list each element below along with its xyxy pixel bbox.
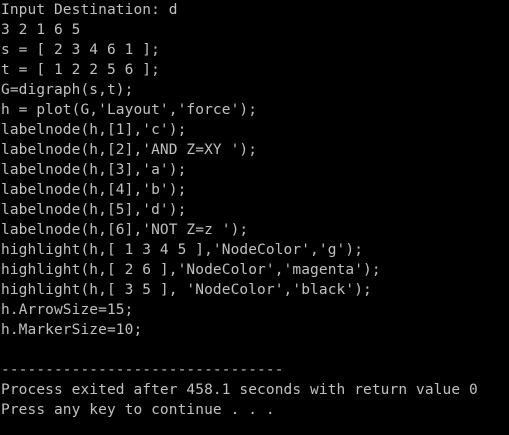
code-line: highlight(h,[ 2 6 ],'NodeColor','magenta… <box>1 262 381 278</box>
code-line: t = [ 1 2 2 5 6 ]; <box>1 62 160 78</box>
code-line: labelnode(h,[5],'d'); <box>1 202 187 218</box>
process-exit-message: Process exited after 458.1 seconds with … <box>1 382 478 398</box>
code-line: labelnode(h,[3],'a'); <box>1 162 187 178</box>
code-line: labelnode(h,[4],'b'); <box>1 182 187 198</box>
code-line: h = plot(G,'Layout','force'); <box>1 102 258 118</box>
code-line: h.MarkerSize=10; <box>1 322 143 338</box>
code-line: highlight(h,[ 1 3 4 5 ],'NodeColor','g')… <box>1 242 364 258</box>
code-line: h.ArrowSize=15; <box>1 302 134 318</box>
code-line: labelnode(h,[2],'AND Z=XY '); <box>1 142 258 158</box>
prompt-line: Input Destination: d <box>1 2 178 18</box>
code-line: labelnode(h,[1],'c'); <box>1 122 187 138</box>
code-line: labelnode(h,[6],'NOT Z=z '); <box>1 222 249 238</box>
separator-line: -------------------------------- <box>1 362 284 378</box>
code-line: G=digraph(s,t); <box>1 82 134 98</box>
continue-prompt: Press any key to continue . . . <box>1 402 275 418</box>
console-window[interactable]: Input Destination: d 3 2 1 6 5 s = [ 2 3… <box>0 0 509 435</box>
output-line: 3 2 1 6 5 <box>1 22 81 38</box>
code-line: s = [ 2 3 4 6 1 ]; <box>1 42 160 58</box>
code-line: highlight(h,[ 3 5 ], 'NodeColor','black'… <box>1 282 372 298</box>
